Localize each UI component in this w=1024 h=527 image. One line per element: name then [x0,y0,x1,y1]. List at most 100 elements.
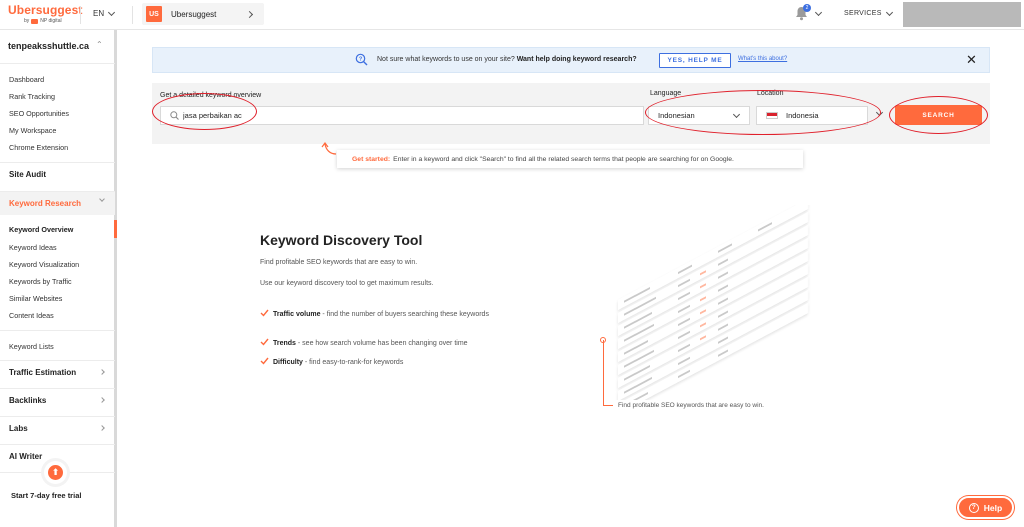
sidebar-section-label: Keyword Research [9,199,82,208]
language-value: Indonesian [658,111,695,120]
sidebar-item-keyword-ideas[interactable]: Keyword Ideas [9,243,57,252]
chevron-down-icon [108,8,116,16]
sidebar-item-my-workspace[interactable]: My Workspace [9,126,56,135]
sidebar-item-chrome-extension[interactable]: Chrome Extension [9,143,68,152]
sidebar-section-label: Backlinks [9,396,47,405]
feature-description: - find easy-to-rank-for keywords [302,359,404,366]
upgrade-button[interactable]: ⬆ [44,461,67,484]
search-button[interactable]: SEARCH [895,105,982,125]
feature-trends: Trends - see how search volume has been … [260,338,500,349]
close-icon[interactable]: ✕ [966,52,977,68]
chevron-right-icon [99,369,105,375]
chevron-down-icon[interactable] [875,108,884,117]
sidebar-item-keyword-overview[interactable]: Keyword Overview [9,225,73,234]
illustration-caption: Find profitable SEO keywords that are ea… [618,402,764,409]
sidebar-item-labs[interactable]: Labs [0,416,115,440]
sidebar-scroll-thumb[interactable] [114,220,117,238]
feature-traffic-volume: Traffic volume - find the number of buye… [260,309,500,320]
sidebar-section-label: Site Audit [9,170,47,179]
notification-count: 2 [803,4,811,12]
np-logo-icon [31,18,39,24]
sidebar-section-label: Traffic Estimation [9,368,77,377]
chevron-down-icon[interactable] [814,8,823,17]
sidebar-item-site-audit[interactable]: Site Audit [0,162,115,186]
sidebar-item-seo-opportunities[interactable]: SEO Opportunities [9,109,69,118]
location-select[interactable]: Indonesia [756,106,868,125]
chevron-updown-icon[interactable]: ⌃ [96,40,103,49]
sidebar-section-label: Labs [9,424,28,433]
illustration-pointer-line [603,340,604,406]
keyword-table-illustration [618,205,808,400]
sidebar-item-keyword-visualization[interactable]: Keyword Visualization [9,260,79,269]
keyword-search-panel: Get a detailed keyword overview Language… [152,83,990,144]
logo-by-text: by [24,18,30,24]
tip-text: Enter in a keyword and click "Search" to… [393,155,734,163]
chevron-right-icon [99,397,105,403]
sidebar-item-keywords-by-traffic[interactable]: Keywords by Traffic [9,277,72,286]
sidebar-item-content-ideas[interactable]: Content Ideas [9,311,54,320]
logo-byline: by NP digital [24,18,82,24]
free-trial-text[interactable]: Start 7-day free trial [11,491,81,500]
tip-bold: Get started: [352,155,391,163]
sidebar-item-traffic-estimation[interactable]: Traffic Estimation [0,360,115,384]
site-name[interactable]: tenpeaksshuttle.ca [8,41,89,51]
arrow-up-icon: ⬆ [48,465,63,480]
feature-name: Trends [273,340,296,347]
notifications-button[interactable]: 2 [795,4,811,26]
curved-arrow-icon [321,142,337,155]
get-started-tip: Get started: Enter in a keyword and clic… [337,150,803,168]
language-switcher[interactable]: EN [93,8,116,18]
feature-name: Difficulty [273,359,303,366]
keyword-help-banner: ? Not sure what keywords to use on your … [152,47,990,73]
feature-difficulty: Difficulty - find easy-to-rank-for keywo… [260,357,500,368]
project-selector[interactable]: US Ubersuggest [142,3,264,25]
discovery-paragraph: Use our keyword discovery tool to get ma… [260,280,434,287]
sidebar: tenpeaksshuttle.ca ⌃ Dashboard Rank Trac… [0,30,117,527]
logo-text: Ubersuggest [8,3,83,17]
services-label: SERVICES [844,10,882,17]
help-button[interactable]: ? Help [957,496,1014,519]
language-field-label: Language [650,90,682,97]
keyword-input[interactable] [160,106,644,125]
sidebar-item-dashboard[interactable]: Dashboard [9,75,44,84]
banner-message: Not sure what keywords to use on your si… [377,56,637,63]
feature-description: - find the number of buyers searching th… [320,311,489,318]
check-icon [260,357,269,365]
banner-message-bold: Want help doing keyword research? [516,56,637,63]
chevron-right-icon [99,425,105,431]
check-icon [260,309,269,317]
sidebar-section-label: AI Writer [9,452,43,461]
project-badge: US [146,6,162,22]
chevron-down-icon [732,110,741,118]
project-name: Ubersuggest [171,9,217,19]
keyword-field-label: Get a detailed keyword overview [160,92,262,99]
sidebar-item-backlinks[interactable]: Backlinks [0,388,115,412]
sidebar-item-keyword-research[interactable]: Keyword Research [0,191,115,215]
divider [0,63,115,64]
language-code: EN [93,9,105,18]
whats-this-about-link[interactable]: What's this about? [738,56,787,62]
location-value: Indonesia [786,111,819,120]
services-menu[interactable]: SERVICES [844,8,893,17]
logo-brand-text: NP digital [40,18,62,24]
chevron-down-icon [885,8,893,16]
location-field-label: Location [757,90,784,97]
language-select[interactable]: Indonesian [648,106,750,125]
ubersuggest-logo[interactable]: Ubersuggest by NP digital [8,3,82,24]
divider [80,6,81,24]
help-icon: ? [968,502,979,513]
discovery-paragraph: Find profitable SEO keywords that are ea… [260,259,418,266]
keyword-text-input[interactable] [183,111,623,120]
divider [132,6,133,24]
yes-help-me-button[interactable]: YES, HELP ME [659,53,731,68]
indonesia-flag-icon [766,112,778,119]
feature-name: Traffic volume [273,311,321,318]
banner-message-plain: Not sure what keywords to use on your si… [377,56,515,63]
sidebar-item-rank-tracking[interactable]: Rank Tracking [9,92,55,101]
illustration-pointer-line [603,405,613,406]
chevron-right-icon [245,10,254,19]
user-account-redacted[interactable] [903,2,1021,27]
discovery-title: Keyword Discovery Tool [260,232,423,248]
sidebar-item-similar-websites[interactable]: Similar Websites [9,294,62,303]
sidebar-item-keyword-lists[interactable]: Keyword Lists [9,342,54,351]
